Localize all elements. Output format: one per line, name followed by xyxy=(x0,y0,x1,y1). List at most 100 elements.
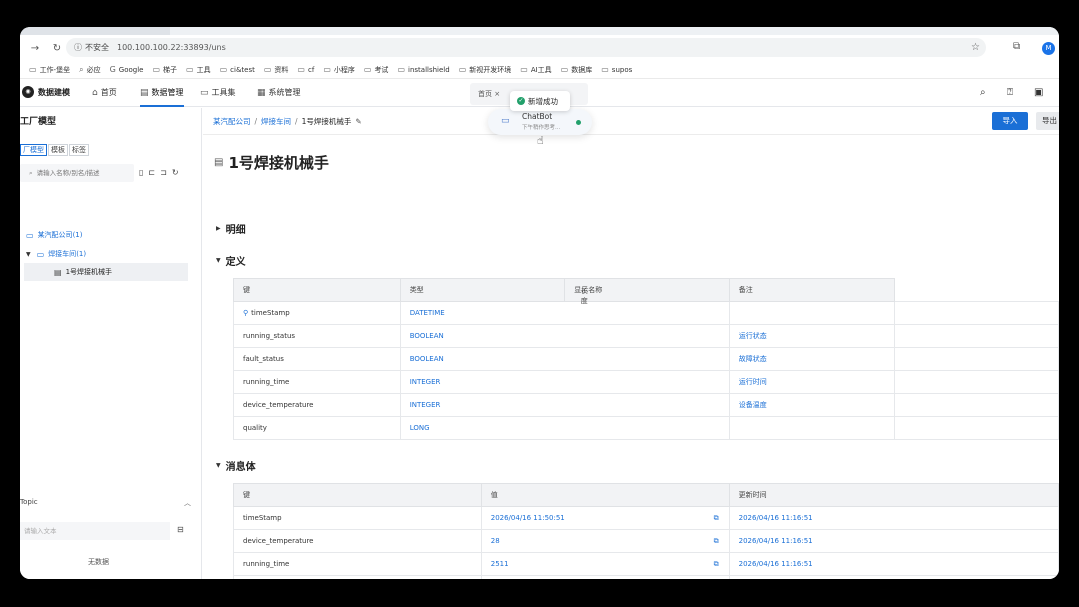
section-message[interactable]: ▼ 消息体 xyxy=(216,458,256,473)
search-icon[interactable]: ⌕ xyxy=(980,87,986,98)
bookmark-item[interactable]: ▭ 新视开发环境 xyxy=(459,65,512,75)
bookmark-star-icon[interactable]: ☆ xyxy=(971,42,980,53)
segment-template[interactable]: 模板 xyxy=(48,144,68,156)
folder-icon: ▭ xyxy=(36,249,45,259)
folder-icon: ▭ xyxy=(560,65,569,74)
section-detail[interactable]: ▶ 明细 xyxy=(216,221,246,236)
section-detail-label: 明细 xyxy=(225,225,246,236)
bookmark-item[interactable]: ▭ installshield xyxy=(397,65,449,74)
info-icon[interactable]: ⓘ xyxy=(74,42,82,53)
help-icon[interactable]: ⍰ xyxy=(1007,87,1013,98)
bookmark-label: 考试 xyxy=(374,65,389,74)
cell-key-text: fault_status xyxy=(243,355,284,363)
page-title-text: 1号焊接机械手 xyxy=(228,154,329,172)
table-row[interactable]: running_status BOOLEAN 运行状态 xyxy=(233,324,1059,348)
cell-remark xyxy=(893,370,1059,394)
segment-factory-model[interactable]: 厂模型 xyxy=(20,144,47,156)
bookmark-item[interactable]: ▭ cf xyxy=(297,65,314,74)
bookmark-item[interactable]: ▭ 工作-堡垒 xyxy=(29,65,70,75)
reload-icon[interactable]: ↻ xyxy=(50,43,64,54)
bookmark-item[interactable]: ▭ AI工具 xyxy=(520,65,551,75)
url-text[interactable]: 100.100.100.22:33893/uns xyxy=(117,43,226,52)
table-row[interactable]: device_temperature INTEGER 设备温度 xyxy=(233,393,1059,417)
url-box[interactable]: ⓘ 不安全 100.100.100.22:33893/uns ☆ xyxy=(66,38,986,57)
cell-type: DATETIME xyxy=(399,301,730,325)
bookmark-item[interactable]: ▭ 资料 xyxy=(264,65,289,75)
success-toast: ✓ 新增成功 xyxy=(510,91,570,111)
bookmark-item[interactable]: ▭ 小程序 xyxy=(323,65,355,75)
table-row[interactable]: fault_statusfalse⧉2026/04/16 11:16:51 xyxy=(233,575,1059,579)
nav-tools[interactable]: ▭ 工具集 xyxy=(200,87,236,98)
app-logo[interactable]: ◉ 数据建模 xyxy=(22,86,70,98)
chatbot-widget[interactable]: ▭ ChatBot 下午稍作思考... xyxy=(488,109,592,135)
data-icon: ▤ xyxy=(140,87,149,98)
copy-icon[interactable]: ⧉ xyxy=(714,514,719,523)
new-file-icon[interactable]: ▯ xyxy=(139,168,143,177)
bookmark-item[interactable]: ▭ 工具 xyxy=(186,65,211,75)
refresh-icon[interactable]: ↻ xyxy=(172,168,179,177)
edit-icon[interactable]: ✎ xyxy=(355,117,361,126)
tree-item-robot[interactable]: ▤ 1号焊接机械手 xyxy=(24,263,188,281)
segment-tag[interactable]: 标签 xyxy=(69,144,89,156)
table-row[interactable]: fault_status BOOLEAN 故障状态 xyxy=(233,347,1059,371)
cell-update-time: 2026/04/16 11:16:51 xyxy=(728,506,1059,530)
cell-display-name: 故障状态 xyxy=(728,347,895,371)
copy-icon[interactable]: ⧉ xyxy=(714,560,719,569)
insecure-label: 不安全 xyxy=(85,43,109,52)
profile-avatar[interactable]: M xyxy=(1042,42,1055,55)
breadcrumb-workshop[interactable]: 焊接车间 xyxy=(261,116,291,127)
import-button[interactable]: 导入 xyxy=(992,112,1028,130)
cell-display-name xyxy=(728,416,895,440)
section-definition[interactable]: ▼ 定义 xyxy=(216,253,246,268)
table-row[interactable]: ⚲ timeStamp DATETIME xyxy=(233,301,1059,325)
bookmark-item[interactable]: ▭ 考试 xyxy=(364,65,389,75)
cell-key: device_temperature xyxy=(233,393,401,417)
nav-home[interactable]: ⌂ 首页 xyxy=(92,87,117,98)
table-row[interactable]: device_temperature 28 ⧉ 2026/04/16 11:16:51 xyxy=(233,529,1059,553)
table-row[interactable]: running_time INTEGER 运行时间 xyxy=(233,370,1059,394)
topic-search-input[interactable]: 请输入文本 xyxy=(20,522,170,540)
col-value: 值 xyxy=(480,483,730,507)
cell-display-name: 运行状态 xyxy=(728,324,895,348)
cell-time-text: 2026/04/16 11:16:51 xyxy=(738,560,813,568)
new-folder-icon[interactable]: ⊏ xyxy=(148,168,155,177)
tree-search-input[interactable] xyxy=(36,169,117,177)
folder-icon: ▭ xyxy=(397,65,405,74)
tree-item-company[interactable]: ▭ 某汽配公司 (1) xyxy=(26,230,82,240)
clipboard-icon[interactable]: ▣ xyxy=(1034,87,1043,98)
breadcrumb-company[interactable]: 某汽配公司 xyxy=(213,116,251,127)
active-tab[interactable] xyxy=(170,27,1059,35)
cell-remark xyxy=(893,301,1059,325)
caret-down-icon[interactable]: ▼ xyxy=(26,251,31,258)
copy-icon[interactable]: ⧉ xyxy=(714,537,719,546)
bookmark-item[interactable]: ▭ 梯子 xyxy=(152,65,177,75)
nav-system[interactable]: ▦ 系统管理 xyxy=(257,87,301,98)
bookmark-item[interactable]: ▭ supos xyxy=(601,65,632,74)
bookmark-item[interactable]: ▭ ci&test xyxy=(220,65,255,74)
bookmark-label: 小程序 xyxy=(333,65,355,74)
left-panel: 工厂模型 厂模型 模板 标签 ⌕ ▯ ⊏ ⊐ ↻ ▭某汽配公司(1) ▼▭焊接车… xyxy=(20,108,202,579)
cell-remark xyxy=(893,416,1059,440)
extensions-icon[interactable]: ⧉ xyxy=(1013,41,1020,52)
forward-icon[interactable]: → xyxy=(28,43,42,54)
cell-key-text: running_status xyxy=(243,332,296,340)
page-title: ▤ 1号焊接机械手 xyxy=(214,152,329,173)
nav-tools-label: 工具集 xyxy=(211,88,236,97)
chevron-up-icon[interactable]: ︿ xyxy=(184,498,191,508)
table-row[interactable]: timeStamp 2026/04/16 11:50:51 ⧉ 2026/04/16 … xyxy=(233,506,1059,530)
table-row[interactable]: quality LONG xyxy=(233,416,1059,440)
nav-data-management[interactable]: ▤ 数据管理 xyxy=(140,87,184,107)
tree-item-workshop[interactable]: ▼ ▭ 焊接车间 (1) xyxy=(26,249,86,259)
bookmark-item[interactable]: G Google xyxy=(110,65,144,74)
empty-text: 无数据 xyxy=(88,558,109,566)
nav-data-label: 数据管理 xyxy=(151,88,184,97)
export-button[interactable]: 导出 xyxy=(1036,112,1059,130)
topic-filter-icon[interactable]: ⊟ xyxy=(177,525,184,534)
bookmark-item[interactable]: ⌕ 必应 xyxy=(79,65,100,75)
folder-add-icon[interactable]: ⊐ xyxy=(160,168,167,177)
table-row[interactable]: running_time 2511 ⧉ 2026/04/16 11:16:51 xyxy=(233,552,1059,576)
system-icon: ▦ xyxy=(257,87,266,98)
bookmark-item[interactable]: ▭ 数据库 xyxy=(561,65,593,75)
breadcrumb: 某汽配公司 / 焊接车间/ 1号焊接机械手 ✎ xyxy=(213,116,362,127)
cell-key-text: device_temperature xyxy=(243,401,314,409)
